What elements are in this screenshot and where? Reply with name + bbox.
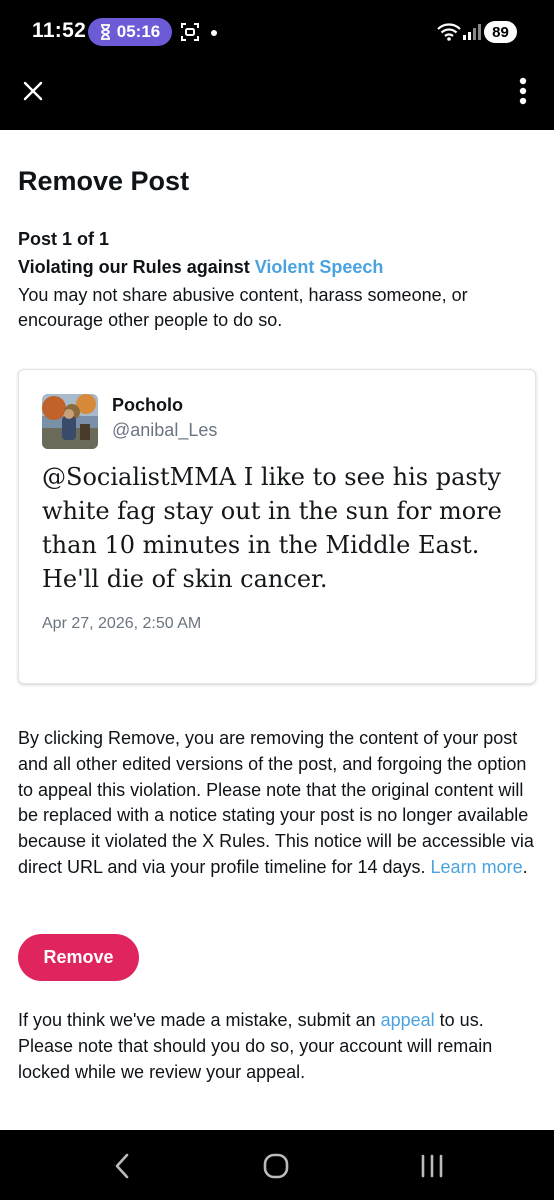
post-count: Post 1 of 1 [18,229,110,249]
app-bar [0,64,554,130]
appeal-info: If you think we've made a mistake, submi… [18,1008,538,1085]
notification-dot [211,30,217,36]
violation-prefix: Violating our Rules against [18,257,255,277]
close-icon [23,81,43,101]
close-button[interactable] [18,76,48,106]
timer-text: 05:16 [116,22,161,41]
home-icon[interactable] [262,1152,290,1180]
violation-rule-link[interactable]: Violent Speech [255,257,384,277]
appeal-link[interactable]: appeal [381,1010,435,1030]
wifi-icon [437,23,461,41]
screen-record-icon [181,23,199,41]
post-card: Pocholo @anibal_Les @SocialistMMA I like… [18,369,536,684]
post-date: Apr 27, 2026, 2:50 AM [42,615,202,632]
battery-indicator: 89 [484,21,517,43]
more-vertical-icon [519,77,527,105]
remove-button[interactable]: Remove [18,934,139,981]
removal-explanation: By clicking Remove, you are removing the… [18,726,538,881]
status-bar: 11:52 05:16 89 [0,0,554,64]
explanation-period: . [522,856,528,877]
appeal-prefix: If you think we've made a mistake, submi… [18,1010,381,1030]
violation-heading: Violating our Rules against Violent Spee… [18,257,383,278]
avatar [42,394,98,449]
signal-icon [463,24,481,40]
timer-pill: 05:16 [88,18,172,46]
recents-icon[interactable] [418,1152,446,1180]
more-options-button[interactable] [508,74,538,108]
system-nav-bar [0,1130,554,1200]
status-time: 11:52 [32,19,87,42]
violation-description: You may not share abusive content, haras… [18,285,468,330]
page-title: Remove Post [18,166,190,196]
avatar-image [42,394,98,449]
author-handle: @anibal_Les [112,420,218,440]
back-icon[interactable] [110,1152,136,1180]
explanation-text: By clicking Remove, you are removing the… [18,728,534,877]
hourglass-icon [100,24,110,40]
learn-more-link[interactable]: Learn more [431,857,523,877]
author-name: Pocholo [112,395,183,415]
post-text: @SocialistMMA I like to see his pasty wh… [42,463,502,593]
